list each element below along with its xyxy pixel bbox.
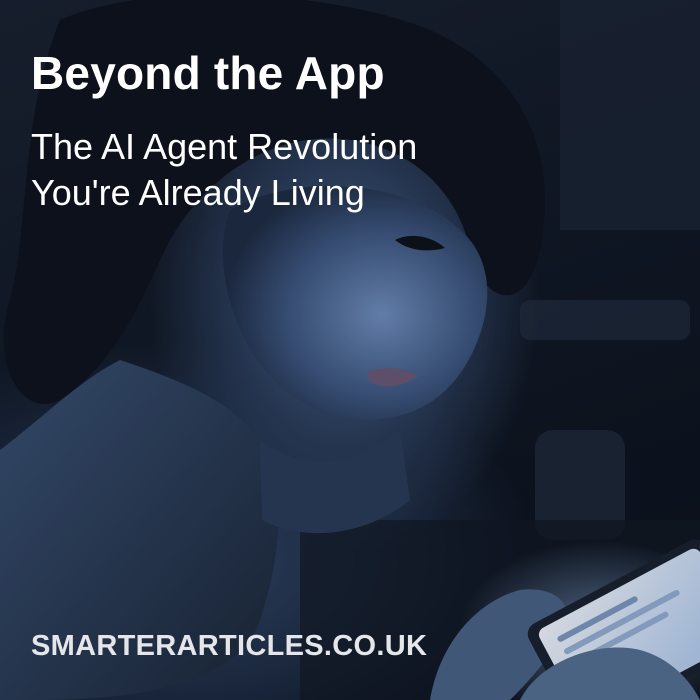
article-title: Beyond the App bbox=[31, 47, 385, 99]
subtitle-line: The AI Agent Revolution bbox=[31, 126, 418, 167]
article-card: Beyond the App The AI Agent Revolution Y… bbox=[0, 0, 700, 700]
subtitle-line: You're Already Living bbox=[31, 172, 365, 213]
site-url: SMARTERARTICLES.CO.UK bbox=[31, 630, 428, 662]
background-photo bbox=[0, 0, 700, 700]
article-subtitle: The AI Agent Revolution You're Already L… bbox=[31, 124, 417, 216]
